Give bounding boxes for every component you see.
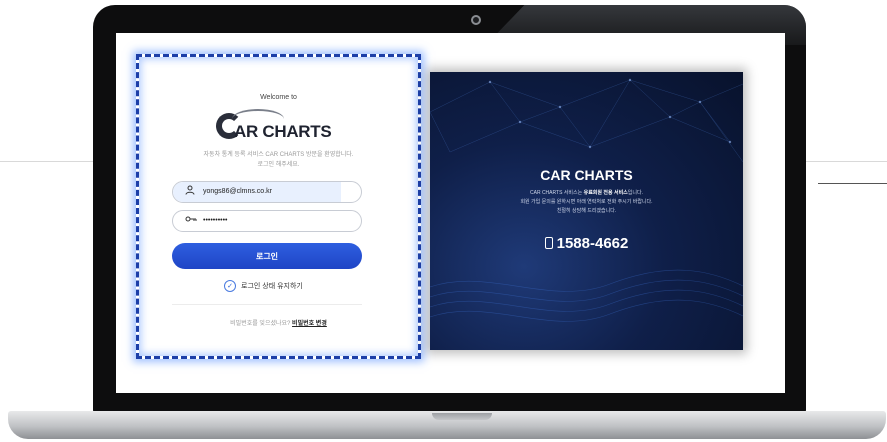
password-field[interactable]: •••••••••• bbox=[172, 210, 362, 232]
webcam-icon bbox=[471, 15, 481, 25]
phone-number: 1588-4662 bbox=[430, 235, 743, 252]
key-icon bbox=[185, 214, 197, 227]
check-icon: ✓ bbox=[224, 280, 236, 292]
info-title: CAR CHARTS bbox=[540, 167, 633, 183]
info-line-1-suffix: 입니다. bbox=[627, 190, 643, 196]
login-button[interactable]: 로그인 bbox=[172, 243, 362, 269]
car-charts-logo: AR CHARTS bbox=[216, 109, 346, 145]
forgot-password-row: 비밀번호를 잊으셨나요? 비밀번호 변경 bbox=[136, 318, 421, 327]
change-password-link[interactable]: 비밀번호 변경 bbox=[292, 321, 327, 327]
email-field[interactable]: yongs86@clmns.co.kr bbox=[172, 181, 362, 203]
forgot-password-text: 비밀번호를 잊으셨나요? bbox=[230, 321, 291, 327]
login-panel: Welcome to AR CHARTS 자동차 통계 등록 서비스 CAR C… bbox=[136, 54, 421, 359]
login-description: 자동차 통계 등록 서비스 CAR CHARTS 방문을 환영합니다. 로그인 … bbox=[136, 150, 421, 170]
description-line-1: 자동차 통계 등록 서비스 CAR CHARTS 방문을 환영합니다. bbox=[203, 152, 354, 158]
password-value: •••••••••• bbox=[203, 217, 228, 224]
logo-text: AR CHARTS bbox=[234, 122, 332, 141]
email-value: yongs86@clmns.co.kr bbox=[203, 188, 272, 195]
info-line-2: 회원 가입 문의를 원하시면 아래 연락처로 전화 주시기 바랍니다. bbox=[520, 199, 653, 205]
info-line-1: CAR CHARTS 서비스는 유료회원 전용 서비스입니다. bbox=[430, 189, 743, 196]
divider bbox=[172, 304, 362, 305]
laptop-notch bbox=[432, 413, 492, 420]
info-line-1-prefix: CAR CHARTS 서비스는 bbox=[530, 190, 584, 196]
welcome-text: Welcome to bbox=[260, 94, 297, 101]
description-line-2: 로그인 해주세요. bbox=[257, 162, 300, 168]
phone-number-text: 1588-4662 bbox=[556, 235, 629, 252]
info-line-3: 친절히 상담해 드리겠습니다. bbox=[556, 208, 617, 214]
background-rule-right bbox=[818, 183, 887, 184]
service-info-panel: CAR CHARTS CAR CHARTS 서비스는 유료회원 전용 서비스입니… bbox=[430, 72, 743, 350]
remember-login-checkbox[interactable]: ✓ 로그인 상태 유지하기 bbox=[224, 280, 303, 292]
remember-label: 로그인 상태 유지하기 bbox=[241, 283, 303, 290]
info-line-1-emphasis: 유료회원 전용 서비스 bbox=[583, 190, 628, 196]
phone-icon bbox=[544, 237, 553, 249]
user-icon bbox=[185, 185, 195, 198]
